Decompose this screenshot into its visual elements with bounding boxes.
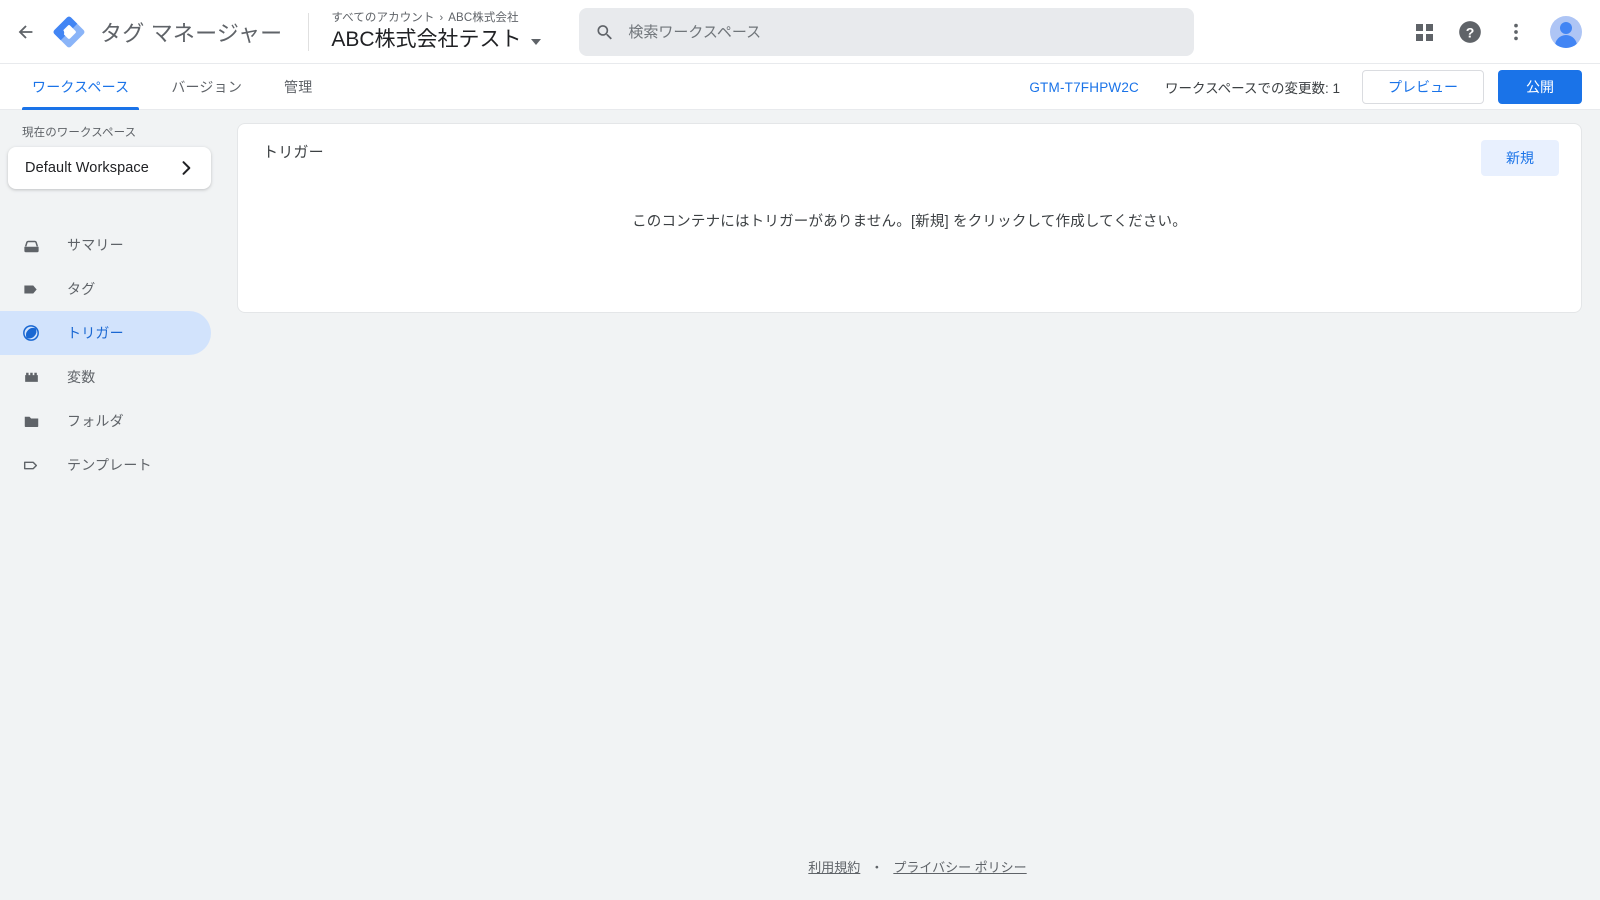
footer: 利用規約 ・ プライバシー ポリシー	[235, 857, 1600, 876]
arrow-back-icon	[18, 25, 33, 39]
sidebar-item-tags-label: タグ	[67, 281, 96, 297]
sidebar-item-summary-label: サマリー	[67, 237, 124, 253]
main-content: トリガー 新規 このコンテナにはトリガーがありません。[新規] をクリックして作…	[235, 110, 1600, 900]
apps-grid-button[interactable]	[1404, 12, 1444, 52]
avatar-body-icon	[1555, 35, 1577, 48]
tab-versions-label: バージョン	[171, 79, 243, 95]
breadcrumb-all-accounts[interactable]: すべてのアカウント	[331, 10, 434, 26]
sidebar-item-variables[interactable]: 変数	[0, 355, 211, 399]
sidebar-item-variables-label: 変数	[67, 369, 96, 385]
primary-tab-bar: ワークスペース バージョン 管理 GTM-T7FHPW2C ワークスペースでの変…	[0, 64, 1600, 110]
help-circle-icon: ?	[1459, 21, 1481, 43]
search-input[interactable]	[628, 8, 1178, 56]
workspace-name: Default Workspace	[25, 160, 149, 176]
brand-home-link[interactable]: タグ マネージャー	[52, 15, 282, 49]
sidebar-nav: サマリー タグ トリガー 変数 フォルダ テンプレート	[0, 223, 235, 487]
container-id-link[interactable]: GTM-T7FHPW2C	[1029, 80, 1139, 95]
search-box[interactable]	[578, 8, 1194, 56]
container-name-row: ABC株式会社テスト	[331, 26, 541, 54]
workspace-selector-card[interactable]: Default Workspace	[8, 147, 211, 189]
header-actions: ?	[1404, 12, 1600, 52]
top-header-bar: タグ マネージャー すべてのアカウント › ABC株式会社 ABC株式会社テスト	[0, 0, 1600, 64]
new-trigger-button[interactable]: 新規	[1481, 140, 1559, 176]
more-vert-icon	[1514, 23, 1518, 41]
sidebar: 現在のワークスペース Default Workspace サマリー タグ トリガ…	[0, 110, 235, 900]
sidebar-item-triggers[interactable]: トリガー	[0, 311, 211, 355]
page-title: トリガー	[263, 144, 324, 161]
brand-title: タグ マネージャー	[100, 21, 283, 46]
privacy-policy-link[interactable]: プライバシー ポリシー	[893, 857, 1026, 876]
variable-brick-icon	[21, 367, 41, 387]
apps-grid-icon	[1415, 23, 1433, 41]
breadcrumb-account-name[interactable]: ABC株式会社	[448, 10, 518, 26]
avatar-head-icon	[1560, 22, 1572, 34]
sidebar-item-summary[interactable]: サマリー	[0, 223, 211, 267]
footer-separator: ・	[870, 860, 884, 875]
preview-button[interactable]: プレビュー	[1362, 70, 1484, 104]
summary-box-icon	[21, 235, 41, 255]
sidebar-item-triggers-label: トリガー	[67, 325, 124, 341]
search-icon	[597, 24, 612, 39]
tab-versions[interactable]: バージョン	[161, 64, 252, 110]
triggers-card: トリガー 新規 このコンテナにはトリガーがありません。[新規] をクリックして作…	[237, 123, 1582, 313]
tab-workspace[interactable]: ワークスペース	[22, 64, 140, 110]
svg-text:?: ?	[1466, 24, 1475, 40]
chevron-down-icon[interactable]	[530, 39, 541, 45]
folder-icon	[21, 411, 41, 431]
tab-bar-actions: GTM-T7FHPW2C ワークスペースでの変更数: 1 プレビュー 公開	[1029, 70, 1600, 104]
chevron-right-icon	[176, 158, 196, 178]
help-button[interactable]: ?	[1450, 12, 1490, 52]
tag-icon	[21, 279, 41, 299]
terms-link[interactable]: 利用規約	[808, 857, 860, 876]
avatar[interactable]	[1550, 16, 1582, 48]
gtm-logo-icon	[53, 16, 85, 48]
tab-admin[interactable]: 管理	[274, 64, 322, 110]
sidebar-item-templates[interactable]: テンプレート	[0, 443, 211, 487]
container-selector[interactable]: すべてのアカウント › ABC株式会社 ABC株式会社テスト	[331, 10, 541, 54]
sidebar-item-templates-label: テンプレート	[67, 457, 152, 473]
empty-state-message: このコンテナにはトリガーがありません。[新規] をクリックして作成してください。	[632, 214, 1187, 230]
more-options-button[interactable]	[1496, 12, 1536, 52]
sidebar-item-folders[interactable]: フォルダ	[0, 399, 211, 443]
trigger-icon	[21, 323, 41, 343]
card-header: トリガー 新規	[238, 124, 1581, 186]
gtm-app-window: タグ マネージャー すべてのアカウント › ABC株式会社 ABC株式会社テスト	[0, 0, 1600, 900]
container-name: ABC株式会社テスト	[331, 28, 522, 51]
header-divider	[308, 13, 310, 51]
body-area: 現在のワークスペース Default Workspace サマリー タグ トリガ…	[0, 110, 1600, 900]
publish-button[interactable]: 公開	[1498, 70, 1582, 104]
template-outline-icon	[21, 455, 41, 475]
tab-admin-label: 管理	[284, 79, 313, 95]
back-button[interactable]	[6, 12, 46, 52]
breadcrumb: すべてのアカウント › ABC株式会社	[331, 10, 540, 26]
breadcrumb-separator-icon: ›	[439, 12, 444, 24]
tab-workspace-label: ワークスペース	[32, 79, 130, 95]
sidebar-item-tags[interactable]: タグ	[0, 267, 211, 311]
sidebar-item-folders-label: フォルダ	[67, 413, 124, 429]
workspace-changes-count: ワークスペースでの変更数: 1	[1165, 81, 1340, 96]
current-workspace-label: 現在のワークスペース	[22, 127, 137, 139]
